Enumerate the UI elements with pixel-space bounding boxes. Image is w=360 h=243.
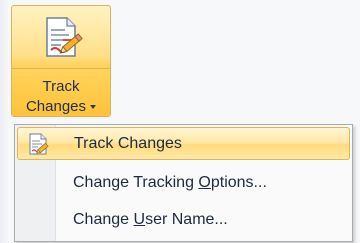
menu-item-label: Change Tracking Options... (73, 174, 267, 192)
track-changes-label-line1: Track (42, 78, 80, 95)
menu-item-label-part: Change (73, 211, 134, 228)
menu-item-accelerator: O (198, 174, 211, 191)
stage: Track Changes Track Changes Change Track… (0, 0, 360, 243)
track-changes-split-button[interactable]: Track Changes (11, 5, 111, 117)
menu-item-label-part: Track Chan (74, 135, 157, 152)
ribbon-edge (0, 0, 8, 243)
menu-item-label-part: ptions... (210, 174, 267, 191)
track-changes-icon (46, 17, 83, 57)
chevron-down-icon (90, 105, 97, 110)
track-changes-icon (29, 133, 49, 155)
track-changes-label-text: Changes (25, 98, 87, 115)
menu-item-change-tracking-options[interactable]: Change Tracking Options... (17, 167, 350, 200)
menu-item-accelerator: U (133, 211, 146, 228)
menu-item-label: Change User Name... (73, 211, 228, 229)
track-changes-label-line2: Changes (12, 98, 110, 116)
track-changes-dropdown-menu: Track Changes Change Tracking Options...… (14, 124, 353, 242)
menu-item-change-user-name[interactable]: Change User Name... (17, 204, 350, 237)
menu-item-label-part: ser Name... (145, 211, 228, 228)
menu-item-accelerator: g (156, 135, 166, 152)
menu-item-label-part: es (165, 135, 182, 152)
menu-item-label: Track Changes (74, 135, 182, 153)
track-changes-button-main[interactable] (12, 6, 110, 69)
menu-item-track-changes[interactable]: Track Changes (17, 127, 350, 160)
menu-item-label-part: Change Tracking (73, 174, 199, 191)
